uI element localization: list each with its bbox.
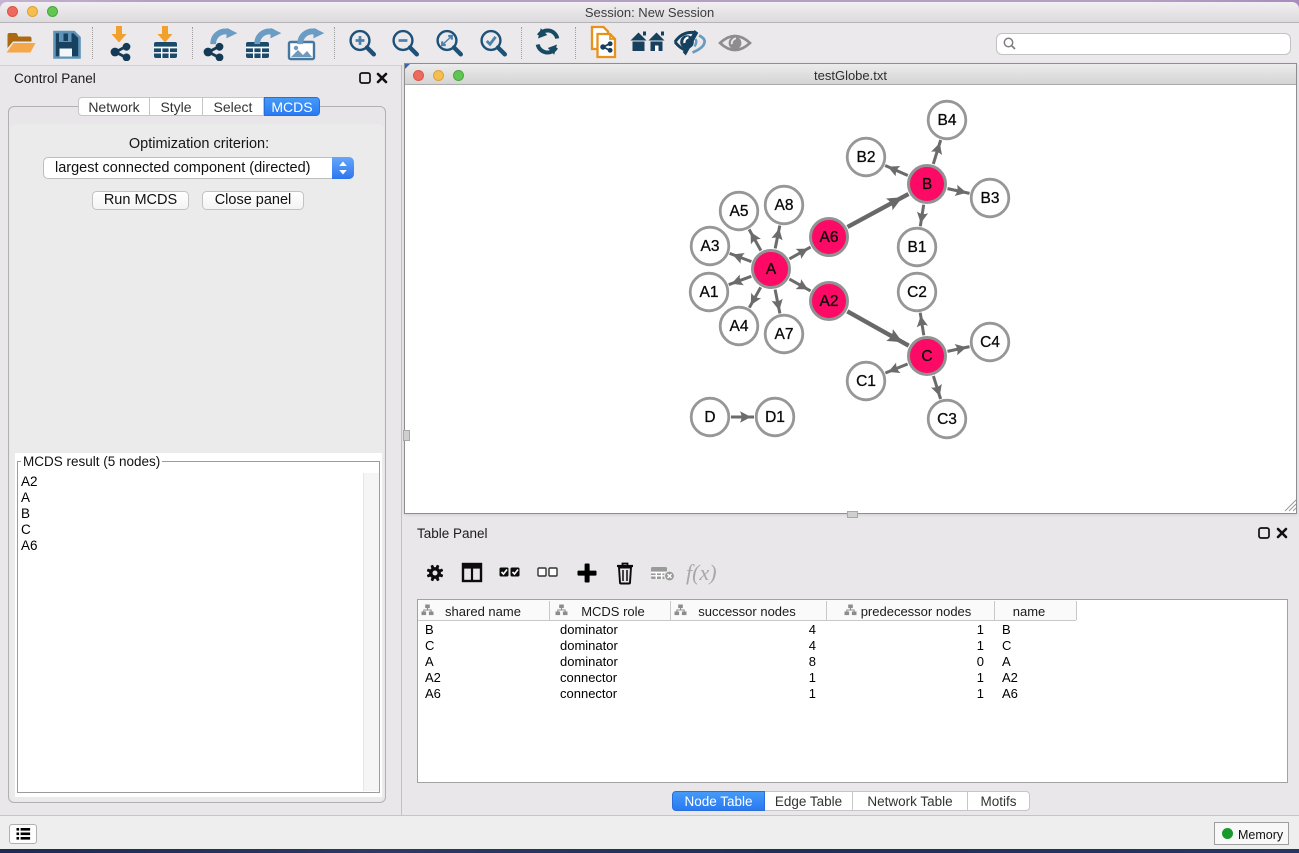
svg-text:A6: A6 xyxy=(820,229,839,246)
svg-text:B3: B3 xyxy=(981,190,1000,207)
svg-text:D: D xyxy=(704,409,715,426)
svg-text:B4: B4 xyxy=(938,112,957,129)
svg-text:A8: A8 xyxy=(775,197,794,214)
svg-text:A5: A5 xyxy=(730,203,749,220)
svg-text:A3: A3 xyxy=(701,238,720,255)
svg-text:A: A xyxy=(766,261,777,278)
svg-text:C3: C3 xyxy=(937,411,957,428)
svg-text:C2: C2 xyxy=(907,284,927,301)
svg-text:B1: B1 xyxy=(908,239,927,256)
svg-text:C: C xyxy=(921,348,932,365)
svg-text:A1: A1 xyxy=(700,284,719,301)
svg-text:A4: A4 xyxy=(730,318,749,335)
svg-text:D1: D1 xyxy=(765,409,785,426)
svg-text:B: B xyxy=(922,176,932,193)
svg-text:C1: C1 xyxy=(856,373,876,390)
svg-text:A2: A2 xyxy=(820,293,839,310)
svg-text:C4: C4 xyxy=(980,334,1000,351)
svg-text:B2: B2 xyxy=(857,149,876,166)
svg-text:A7: A7 xyxy=(775,326,794,343)
